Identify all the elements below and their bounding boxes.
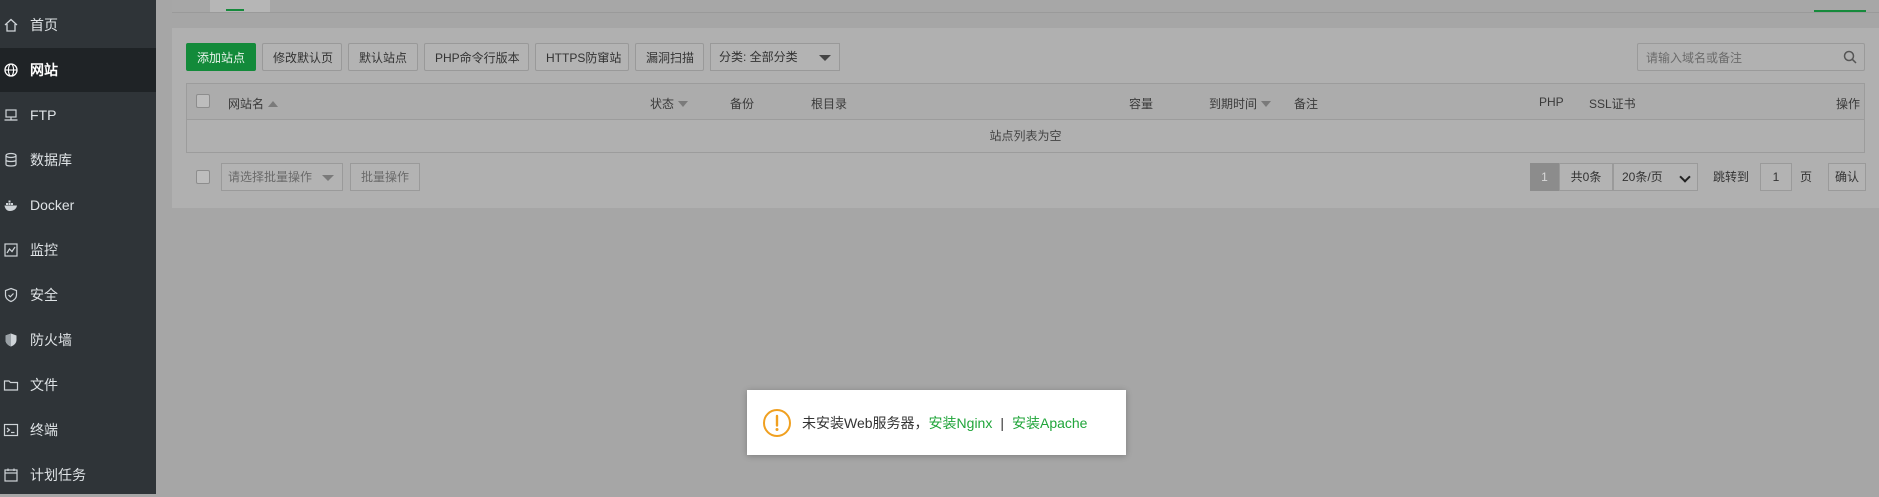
site-table: 网站名 状态 备份 根目录 容量 到期时间 备注 PHP SSL证书 操作 站点… [186, 83, 1865, 153]
table-header: 网站名 状态 备份 根目录 容量 到期时间 备注 PHP SSL证书 操作 [187, 84, 1864, 120]
batch-operation-placeholder: 请选择批量操作 [228, 170, 313, 184]
sidebar-item-website[interactable]: 网站 [0, 48, 156, 92]
docker-icon [3, 197, 19, 213]
edit-default-page-button[interactable]: 修改默认页 [262, 43, 342, 71]
jump-confirm-button[interactable]: 确认 [1828, 163, 1866, 191]
sidebar-item-label: Docker [30, 197, 75, 213]
sidebar: 首页 网站 FTP 数据库 Docker 监控 安全 防火墙 文件 终端 计划任… [0, 0, 156, 494]
category-select[interactable]: 分类: 全部分类 [710, 43, 840, 71]
sidebar-item-files[interactable]: 文件 [0, 363, 156, 407]
sidebar-item-label: FTP [30, 107, 57, 123]
sidebar-item-label: 防火墙 [30, 332, 72, 348]
right-tab-indicator [1814, 10, 1866, 12]
dialog-message: 未安装Web服务器，安装Nginx | 安装Apache [802, 413, 1087, 433]
sidebar-item-label: 文件 [30, 377, 58, 393]
empty-table-message: 站点列表为空 [989, 129, 1062, 143]
sidebar-item-firewall[interactable]: 防火墙 [0, 318, 156, 362]
sidebar-item-ftp[interactable]: FTP [0, 93, 156, 137]
dialog-separator: | [1000, 414, 1004, 431]
page-size-value: 20条/页 [1622, 170, 1663, 184]
sidebar-item-label: 数据库 [30, 152, 72, 168]
monitor-icon [3, 242, 19, 258]
batch-operation-select[interactable]: 请选择批量操作 [221, 163, 343, 191]
sidebar-item-label: 安全 [30, 287, 58, 303]
folder-icon [3, 377, 19, 393]
column-root-dir: 根目录 [811, 97, 848, 111]
footer-select-all-checkbox[interactable] [196, 170, 210, 184]
sort-up-icon [268, 101, 279, 107]
caret-down-icon [322, 175, 334, 181]
vuln-scan-button[interactable]: 漏洞扫描 [635, 43, 704, 71]
https-anti-hijack-button[interactable]: HTTPS防窜站 [535, 43, 629, 71]
php-cli-version-button[interactable]: PHP命令行版本 [424, 43, 529, 71]
calendar-icon [3, 467, 19, 483]
sidebar-item-docker[interactable]: Docker [0, 183, 156, 227]
category-select-value: 分类: 全部分类 [719, 50, 798, 64]
sidebar-item-database[interactable]: 数据库 [0, 138, 156, 182]
firewall-icon [3, 332, 19, 348]
sidebar-item-label: 监控 [30, 242, 58, 258]
ftp-icon [3, 107, 19, 123]
batch-operation-button[interactable]: 批量操作 [350, 163, 420, 191]
sidebar-item-label: 网站 [30, 62, 58, 78]
sort-down-icon [1261, 101, 1272, 107]
jump-to-label: 跳转到 [1713, 170, 1750, 184]
column-site-name[interactable]: 网站名 [228, 95, 279, 112]
search-input[interactable] [1638, 44, 1838, 72]
sidebar-item-home[interactable]: 首页 [0, 3, 156, 47]
pagination-current-page[interactable]: 1 [1530, 163, 1559, 191]
page-size-select[interactable]: 20条/页 [1613, 163, 1698, 191]
top-tab-strip [172, 0, 1879, 13]
sidebar-item-cron[interactable]: 计划任务 [0, 453, 156, 497]
column-site-name-label: 网站名 [228, 97, 265, 111]
install-web-server-dialog: 未安装Web服务器，安装Nginx | 安装Apache [747, 390, 1126, 455]
sidebar-item-security[interactable]: 安全 [0, 273, 156, 317]
database-icon [3, 152, 19, 168]
search-box [1637, 43, 1865, 72]
column-expire-label: 到期时间 [1209, 97, 1258, 111]
terminal-icon [3, 422, 19, 438]
sidebar-item-terminal[interactable]: 终端 [0, 408, 156, 452]
jump-page-input[interactable]: 1 [1760, 163, 1792, 191]
install-apache-link[interactable]: 安装Apache [1012, 415, 1087, 431]
sidebar-item-label: 首页 [30, 17, 58, 33]
page-unit-label: 页 [1800, 170, 1813, 184]
column-action: 操作 [1836, 97, 1861, 111]
warning-icon [763, 408, 791, 437]
sidebar-item-label: 终端 [30, 422, 58, 438]
column-backup: 备份 [730, 97, 755, 111]
column-ssl: SSL证书 [1589, 97, 1636, 111]
dialog-message-text: 未安装Web服务器， [802, 414, 929, 431]
chevron-down-icon [1679, 171, 1691, 183]
add-site-button[interactable]: 添加站点 [186, 43, 256, 71]
column-remark: 备注 [1294, 97, 1319, 111]
active-tab-indicator [210, 0, 270, 12]
globe-icon [3, 62, 19, 78]
column-expire[interactable]: 到期时间 [1209, 95, 1272, 112]
default-site-button[interactable]: 默认站点 [348, 43, 418, 71]
caret-down-icon [819, 55, 831, 61]
column-status[interactable]: 状态 [650, 95, 689, 112]
select-all-checkbox[interactable] [196, 94, 210, 108]
sidebar-item-label: 计划任务 [30, 467, 86, 483]
install-nginx-link[interactable]: 安装Nginx [929, 415, 993, 431]
sidebar-item-monitor[interactable]: 监控 [0, 228, 156, 272]
shield-icon [3, 287, 19, 303]
home-icon [3, 17, 19, 33]
column-capacity: 容量 [1129, 97, 1154, 111]
column-php: PHP [1539, 95, 1564, 109]
column-status-label: 状态 [650, 97, 675, 111]
search-icon[interactable] [1843, 50, 1857, 64]
pagination-total: 共0条 [1559, 163, 1613, 191]
sort-down-icon [678, 101, 689, 107]
